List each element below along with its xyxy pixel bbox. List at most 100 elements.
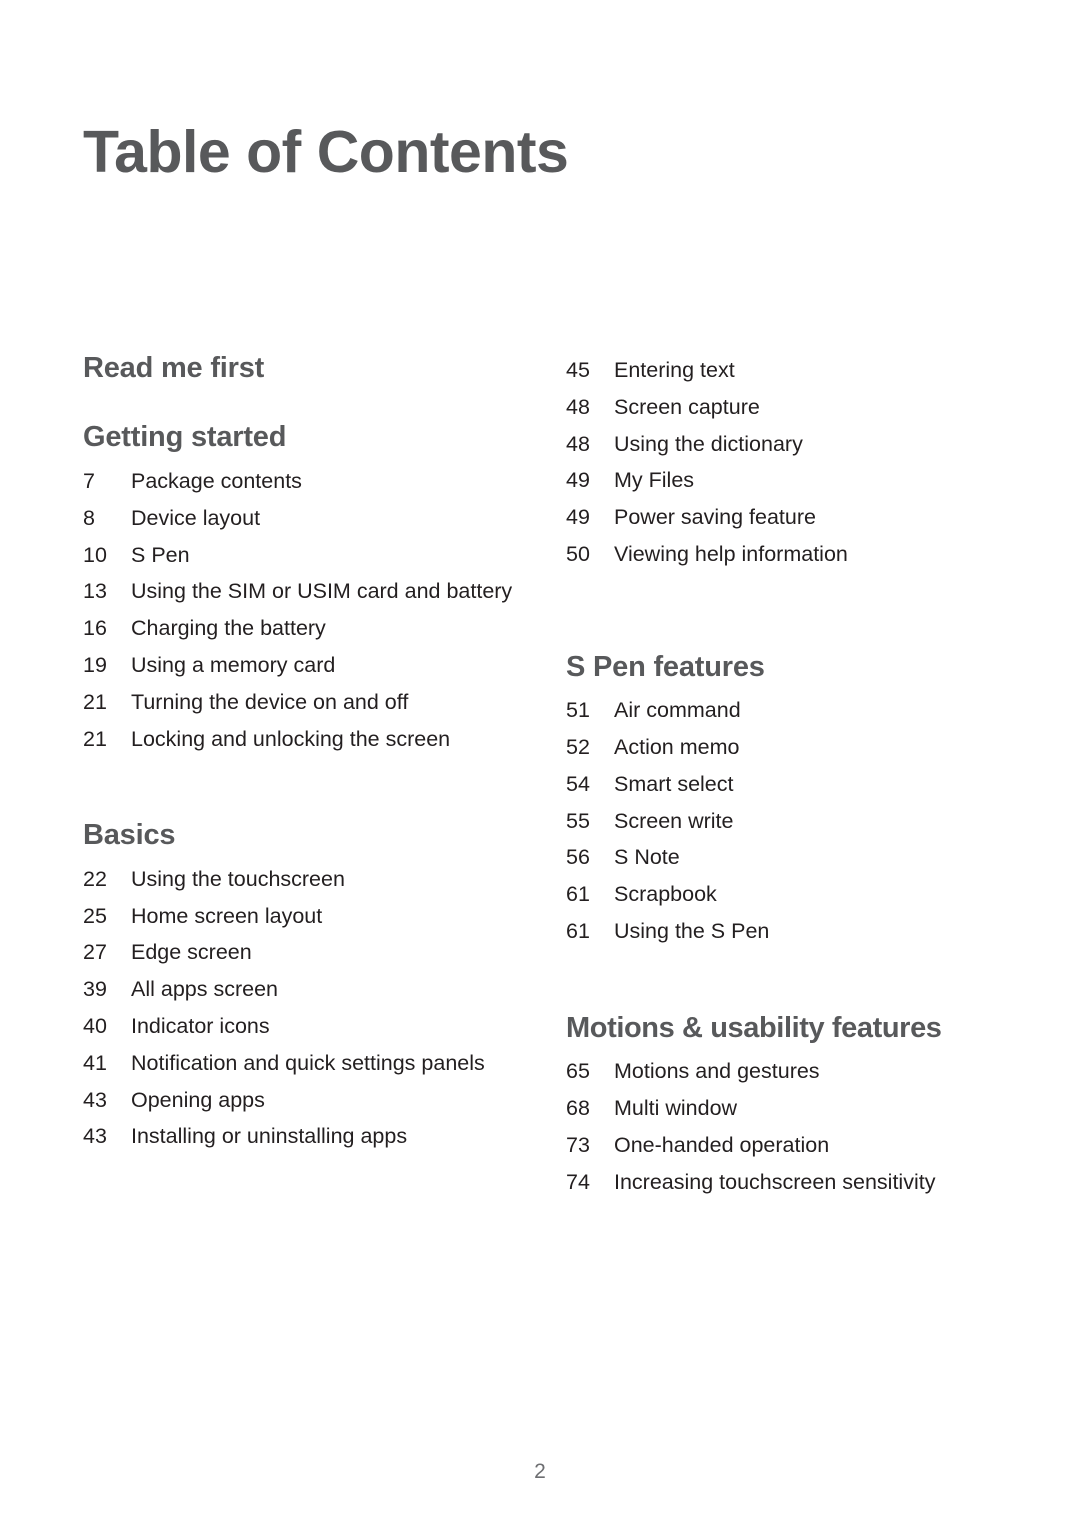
toc-page-number: 8 — [83, 505, 95, 530]
toc-entry-label: Entering text — [614, 358, 735, 382]
toc-entry[interactable]: 43 Installing or uninstalling apps — [83, 1118, 538, 1155]
toc-entry[interactable]: 21 Locking and unlocking the screen — [83, 721, 538, 758]
toc-entry[interactable]: 43 Opening apps — [83, 1082, 538, 1119]
toc-entry-label: Air command — [614, 698, 741, 723]
toc-entry-label: Smart select — [614, 771, 734, 796]
toc-page-number: 61 — [566, 919, 590, 944]
toc-page-number: 65 — [566, 1059, 590, 1084]
toc-page-number: 41 — [83, 1050, 107, 1075]
toc-list-motions-usability-features: 65 Motions and gestures 68 Multi window … — [566, 1053, 1050, 1200]
toc-entry[interactable]: 21 Turning the device on and off — [83, 684, 538, 721]
toc-entry[interactable]: 10 S Pen — [83, 537, 538, 574]
toc-entry-label: Device layout — [131, 505, 261, 530]
toc-page-number: 48 — [566, 394, 590, 419]
toc-page-number: 22 — [83, 866, 107, 891]
toc-entry[interactable]: 61 Scrapbook — [566, 876, 1050, 913]
toc-list-basics-continued: 45 Entering text 48 Screen capture 48 Us… — [566, 352, 1050, 573]
toc-entry[interactable]: 51 Air command — [566, 692, 1050, 729]
toc-entry[interactable]: 49 Power saving feature — [566, 499, 1050, 536]
toc-entry[interactable]: 7 Package contents — [83, 463, 538, 500]
toc-list-s-pen-features: 51 Air command 52 Action memo 54 Smart s… — [566, 692, 1050, 950]
toc-page-number: 43 — [83, 1087, 107, 1112]
toc-entry[interactable]: 68 Multi window — [566, 1090, 1050, 1127]
section-heading-read-me-first: Read me first — [83, 352, 265, 384]
toc-entry-label: Multi window — [614, 1096, 738, 1121]
toc-list-getting-started: 7 Package contents 8 Device layout 10 S … — [83, 463, 538, 757]
section-s-pen-features: S Pen features 51 Air command 52 Action … — [566, 651, 1050, 950]
toc-right-column: 45 Entering text 48 Screen capture 48 Us… — [550, 352, 1080, 1200]
toc-page-number: 68 — [566, 1096, 590, 1121]
toc-entry-label: Installing or uninstalling apps — [131, 1124, 408, 1149]
toc-entry-label: All apps screen — [131, 977, 278, 1002]
toc-entry[interactable]: 25 Home screen layout — [83, 898, 538, 935]
toc-entry[interactable]: 8 Device layout — [83, 500, 538, 537]
toc-entry[interactable]: 74 Increasing touchscreen sensitivity — [566, 1164, 1050, 1201]
toc-page-number: 7 — [83, 468, 95, 493]
toc-entry-label: Motions and gestures — [614, 1059, 820, 1084]
toc-columns: Read me first Getting started 7 Package … — [0, 352, 1080, 1200]
toc-page-number: 74 — [566, 1169, 590, 1194]
section-heading-getting-started: Getting started — [83, 421, 287, 454]
toc-entry[interactable]: 16 Charging the battery — [83, 610, 538, 647]
toc-page-number: 52 — [566, 735, 590, 760]
toc-entry[interactable]: 61 Using the S Pen — [566, 913, 1050, 950]
toc-entry[interactable]: 52 Action memo — [566, 729, 1050, 766]
toc-page-number: 49 — [566, 505, 590, 530]
toc-entry-label: Using the SIM or USIM card and battery — [131, 579, 513, 604]
toc-entry-label: Locking and unlocking the screen — [131, 726, 451, 751]
toc-entry[interactable]: 55 Screen write — [566, 803, 1050, 840]
toc-page-number: 51 — [566, 698, 590, 723]
section-basics: Basics 22 Using the touchscreen 25 Home … — [83, 819, 538, 1155]
toc-entry-label: Viewing help information — [614, 541, 848, 566]
toc-left-column: Read me first Getting started 7 Package … — [0, 352, 550, 1155]
page-title: Table of Contents — [83, 119, 569, 185]
toc-entry[interactable]: 48 Using the dictionary — [566, 426, 1050, 463]
toc-entry[interactable]: 45 Entering text — [566, 352, 1050, 389]
toc-entry[interactable]: 19 Using a memory card — [83, 647, 538, 684]
toc-entry[interactable]: 40 Indicator icons — [83, 1008, 538, 1045]
toc-entry[interactable]: 48 Screen capture — [566, 389, 1050, 426]
section-read-me-first: Read me first — [83, 352, 538, 384]
toc-entry-label: My Files — [614, 468, 695, 493]
toc-entry-label: Notification and quick settings panels — [131, 1050, 485, 1075]
toc-entry-label: Edge screen — [131, 940, 252, 965]
toc-entry-label: Power saving feature — [614, 505, 816, 530]
toc-entry-label: Screen capture — [614, 394, 760, 419]
page-number-folio: 2 — [534, 1460, 546, 1483]
toc-list-basics: 22 Using the touchscreen 25 Home screen … — [83, 861, 538, 1155]
toc-entry-label: Turning the device on and off — [131, 689, 409, 714]
toc-entry-label: Home screen layout — [131, 903, 323, 928]
toc-entry[interactable]: 39 All apps screen — [83, 971, 538, 1008]
toc-page-number: 39 — [83, 977, 107, 1002]
toc-page-number: 10 — [83, 542, 107, 567]
toc-entry[interactable]: 13 Using the SIM or USIM card and batter… — [83, 573, 538, 610]
toc-entry[interactable]: 49 My Files — [566, 462, 1050, 499]
toc-page-number: 54 — [566, 771, 590, 796]
toc-entry[interactable]: 73 One-handed operation — [566, 1127, 1050, 1164]
toc-entry[interactable]: 65 Motions and gestures — [566, 1053, 1050, 1090]
toc-page-number: 73 — [566, 1132, 590, 1157]
toc-entry-label: Using the S Pen — [614, 919, 770, 944]
toc-page-number: 48 — [566, 431, 590, 456]
toc-entry-label: S Note — [614, 845, 680, 870]
toc-entry-label: Indicator icons — [131, 1013, 270, 1038]
toc-entry-label: Scrapbook — [614, 882, 717, 907]
toc-page-number: 21 — [83, 689, 107, 714]
toc-page-number: 27 — [83, 940, 107, 965]
section-heading-motions-usability-features: Motions & usability features — [566, 1011, 942, 1044]
toc-page-number: 43 — [83, 1124, 107, 1149]
toc-entry[interactable]: 41 Notification and quick settings panel… — [83, 1045, 538, 1082]
toc-entry[interactable]: 27 Edge screen — [83, 934, 538, 971]
toc-entry[interactable]: 56 S Note — [566, 839, 1050, 876]
toc-entry-label: Using the touchscreen — [131, 866, 345, 891]
toc-entry[interactable]: 22 Using the touchscreen — [83, 861, 538, 898]
toc-entry-label: Action memo — [614, 735, 740, 760]
toc-page-number: 45 — [566, 358, 590, 382]
toc-page-number: 21 — [83, 726, 107, 751]
toc-entry[interactable]: 50 Viewing help information — [566, 536, 1050, 573]
toc-entry[interactable]: 54 Smart select — [566, 766, 1050, 803]
